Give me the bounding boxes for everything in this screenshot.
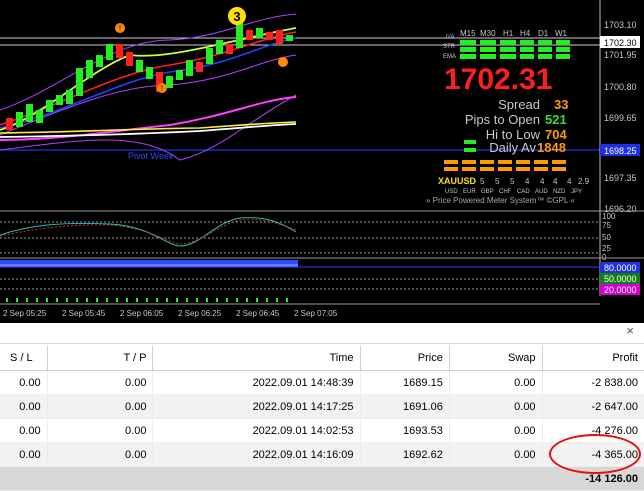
svg-text:1699.65: 1699.65: [604, 113, 637, 123]
table-row[interactable]: 0.00 0.00 2022.09.01 14:02:53 1693.53 0.…: [0, 418, 644, 443]
price-chart[interactable]: Pivot Week 3 ! ! 1703.10 1701.95 1700.80…: [0, 0, 644, 323]
svg-text:80.0000: 80.0000: [604, 263, 637, 273]
svg-text:Spread: Spread: [498, 97, 540, 112]
svg-text:XAUUSD: XAUUSD: [438, 176, 477, 186]
svg-text:3: 3: [233, 9, 240, 24]
table-row[interactable]: 0.00 0.00 2022.09.01 14:48:39 1689.15 0.…: [0, 370, 644, 395]
col-sl[interactable]: S / L: [0, 346, 48, 371]
oscillator-axis: 100 75 50 25 0: [602, 212, 616, 262]
trade-table: S / L T / P Time Price Swap Profit 0.00 …: [0, 346, 644, 491]
svg-text:2 Sep 06:45: 2 Sep 06:45: [236, 309, 280, 318]
col-swap[interactable]: Swap: [449, 346, 543, 371]
svg-text:25: 25: [602, 244, 611, 253]
svg-text:W1: W1: [555, 29, 568, 38]
col-time[interactable]: Time: [152, 346, 361, 371]
svg-text:4: 4: [567, 177, 572, 186]
svg-text:AUD: AUD: [535, 189, 548, 195]
marker-right: [278, 57, 288, 67]
svg-text:!: !: [161, 84, 163, 93]
close-icon[interactable]: ×: [626, 323, 634, 338]
svg-text:JPY: JPY: [571, 189, 582, 195]
svg-text:2 Sep 06:25: 2 Sep 06:25: [178, 309, 222, 318]
svg-text:M30: M30: [480, 29, 496, 38]
total-row: -14 126.00: [0, 466, 644, 491]
svg-text:GBP: GBP: [481, 189, 494, 195]
svg-text:50: 50: [602, 233, 611, 242]
svg-text:M15: M15: [460, 29, 476, 38]
svg-text:Pips to Open: Pips to Open: [465, 112, 540, 127]
table-header-row: S / L T / P Time Price Swap Profit: [0, 346, 644, 371]
svg-text:2 Sep 06:05: 2 Sep 06:05: [120, 309, 164, 318]
svg-text:c/a: c/a: [446, 34, 455, 40]
svg-text:1701.95: 1701.95: [604, 50, 637, 60]
svg-text:H4: H4: [520, 29, 531, 38]
svg-text:100: 100: [602, 212, 616, 221]
svg-text:4: 4: [553, 177, 558, 186]
svg-text:EMA: EMA: [443, 54, 456, 60]
svg-text:1697.35: 1697.35: [604, 173, 637, 183]
svg-text:2 Sep 05:25: 2 Sep 05:25: [3, 309, 47, 318]
col-profit[interactable]: Profit: [542, 346, 644, 371]
svg-text:1702.31: 1702.31: [444, 63, 552, 96]
svg-text:1848: 1848: [537, 140, 566, 155]
svg-text:STR: STR: [443, 44, 456, 50]
svg-text:USD: USD: [445, 189, 458, 195]
pivot-label: Pivot Week: [128, 151, 174, 161]
svg-text:75: 75: [602, 221, 611, 230]
svg-text:!: !: [119, 24, 121, 33]
svg-text:33: 33: [554, 97, 568, 112]
svg-text:2 Sep 05:45: 2 Sep 05:45: [62, 309, 106, 318]
svg-text:2 Sep 07:05: 2 Sep 07:05: [294, 309, 338, 318]
svg-text:CHF: CHF: [499, 189, 512, 195]
svg-text:5: 5: [510, 177, 515, 186]
svg-text:Daily Av: Daily Av: [489, 140, 536, 155]
svg-text:521: 521: [545, 112, 567, 127]
svg-text:5: 5: [480, 177, 485, 186]
time-axis: 2 Sep 05:25 2 Sep 05:45 2 Sep 06:05 2 Se…: [3, 309, 338, 318]
svg-text:2.9: 2.9: [578, 177, 590, 186]
terminal-header: ×: [0, 323, 644, 344]
svg-text:1702.30: 1702.30: [604, 38, 637, 48]
svg-text:EUR: EUR: [463, 189, 476, 195]
svg-text:CAD: CAD: [517, 189, 530, 195]
col-tp[interactable]: T / P: [47, 346, 154, 371]
svg-text:50.0000: 50.0000: [604, 274, 637, 284]
svg-text:» Price Powered Meter System™: » Price Powered Meter System™ ©GPL «: [426, 196, 575, 205]
ppm-panel: c/a STR EMA M15 M30 H1 H4 D1 W1 1702.31 …: [426, 29, 590, 205]
svg-text:5: 5: [495, 177, 500, 186]
svg-text:4: 4: [540, 177, 545, 186]
svg-text:H1: H1: [503, 29, 514, 38]
svg-text:4: 4: [525, 177, 530, 186]
col-price[interactable]: Price: [360, 346, 450, 371]
svg-text:1698.25: 1698.25: [604, 146, 637, 156]
svg-text:NZD: NZD: [553, 189, 566, 195]
chart-panel[interactable]: Pivot Week 3 ! ! 1703.10 1701.95 1700.80…: [0, 0, 644, 323]
price-axis: 1703.10 1701.95 1700.80 1699.65 1697.35 …: [604, 20, 637, 214]
total-highlight-circle: [549, 434, 641, 474]
table-row[interactable]: 0.00 0.00 2022.09.01 14:16:09 1692.62 0.…: [0, 442, 644, 467]
svg-text:D1: D1: [538, 29, 549, 38]
svg-text:1703.10: 1703.10: [604, 20, 637, 30]
table-row[interactable]: 0.00 0.00 2022.09.01 14:17:25 1691.06 0.…: [0, 394, 644, 419]
svg-text:20.0000: 20.0000: [604, 285, 637, 295]
svg-text:1700.80: 1700.80: [604, 82, 637, 92]
